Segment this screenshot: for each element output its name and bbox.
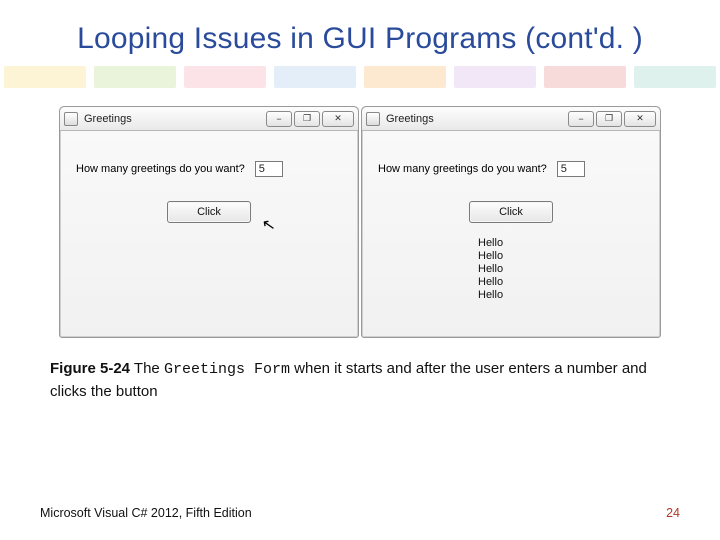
output-area: HelloHelloHelloHelloHello [478, 237, 648, 302]
output-line: Hello [478, 289, 648, 302]
output-line: Hello [478, 250, 648, 263]
cursor-icon: ↖ [260, 214, 277, 236]
maximize-button[interactable]: ❐ [294, 111, 320, 127]
window-title: Greetings [386, 113, 568, 125]
prompt-row: How many greetings do you want? 5 [76, 161, 346, 177]
prompt-label: How many greetings do you want? [378, 163, 547, 175]
greetings-count-input[interactable]: 5 [557, 161, 585, 177]
page-title: Looping Issues in GUI Programs (cont'd. … [0, 0, 720, 64]
window-control-group: − ❐ ✕ [266, 111, 354, 127]
window-control-group: − ❐ ✕ [568, 111, 656, 127]
footer-page-number: 24 [666, 506, 680, 520]
client-area: How many greetings do you want? 5 Click … [362, 131, 660, 337]
click-button[interactable]: Click [167, 201, 251, 223]
minimize-button[interactable]: − [266, 111, 292, 127]
maximize-button[interactable]: ❐ [596, 111, 622, 127]
titlebar: Greetings − ❐ ✕ [362, 107, 660, 131]
figure-label: Figure 5-24 [50, 360, 130, 377]
close-button[interactable]: ✕ [322, 111, 354, 127]
app-icon [64, 112, 78, 126]
caption-mono: Greetings Form [164, 361, 290, 378]
window-title: Greetings [84, 113, 266, 125]
output-line: Hello [478, 237, 648, 250]
figure-windows-row: Greetings − ❐ ✕ How many greetings do yo… [40, 106, 680, 338]
client-area: How many greetings do you want? 5 Click … [60, 131, 358, 337]
background-color-strip [0, 66, 720, 88]
minimize-button[interactable]: − [568, 111, 594, 127]
output-line: Hello [478, 263, 648, 276]
prompt-label: How many greetings do you want? [76, 163, 245, 175]
click-button[interactable]: Click [469, 201, 553, 223]
footer-source: Microsoft Visual C# 2012, Fifth Edition [40, 506, 252, 520]
greetings-count-input[interactable]: 5 [255, 161, 283, 177]
slide-footer: Microsoft Visual C# 2012, Fifth Edition … [40, 506, 680, 520]
caption-pre: The [130, 360, 164, 377]
figure-caption: Figure 5-24 The Greetings Form when it s… [50, 358, 670, 403]
close-button[interactable]: ✕ [624, 111, 656, 127]
button-row: Click ↖ [72, 201, 346, 223]
window-before: Greetings − ❐ ✕ How many greetings do yo… [59, 106, 359, 338]
prompt-row: How many greetings do you want? 5 [378, 161, 648, 177]
button-row: Click [374, 201, 648, 223]
output-line: Hello [478, 276, 648, 289]
titlebar: Greetings − ❐ ✕ [60, 107, 358, 131]
app-icon [366, 112, 380, 126]
window-after: Greetings − ❐ ✕ How many greetings do yo… [361, 106, 661, 338]
